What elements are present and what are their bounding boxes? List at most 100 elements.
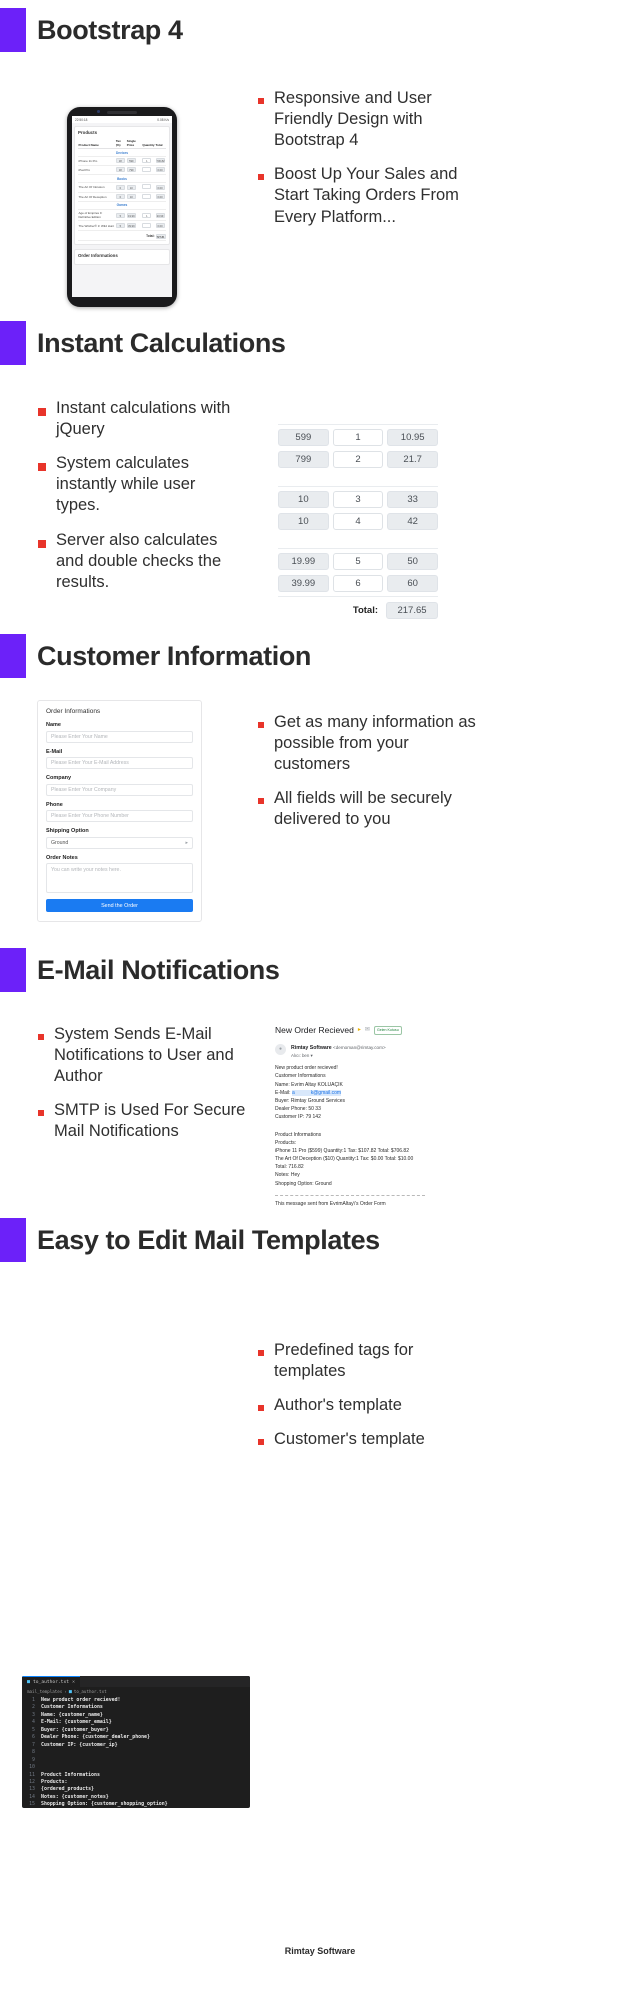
calc-group: 10 3 33 10 4 42 [278,486,439,534]
email-link[interactable]: a k@gmail.com [291,1089,342,1096]
category-row: Games [78,201,166,211]
email-subject-row: New Order Recieved ▸ ✉ Gelen Kutusu [275,1024,490,1038]
file-icon: ■ [68,1688,72,1695]
sender-name: Rimtay Software [291,1044,332,1051]
cell-price: 10 [126,192,142,202]
cell-qty[interactable]: 1 [141,209,156,222]
email-subject-text: New Order Recieved [275,1025,354,1035]
col-total: Total [155,138,166,149]
cell-name: iPad Pro [78,165,116,175]
category-label: Devices [78,148,166,158]
products-table-body: Devices iPhone 11 Pro 18 599 1 706.82 iP… [78,148,166,242]
star-icon[interactable]: ▸ [358,1026,361,1036]
quantity-input[interactable]: 5 [332,553,384,570]
total-cell: 21.7 [387,451,439,468]
products-table: Product Name Tax (%) Single Price Quanti… [78,138,166,242]
chevron-right-icon: › [64,1689,67,1694]
bullet-label: All fields will be securely delivered to… [274,789,452,829]
code-line: 4 E-Mail: {customer_email} [22,1719,250,1726]
phone-field[interactable]: Please Enter Your Phone Number [46,810,193,822]
qty-input[interactable] [142,184,152,190]
cell-tax: 18 [115,156,127,166]
price-box: 39.99 [126,223,136,229]
qty-input[interactable]: 1 [142,212,152,218]
qty-input[interactable] [142,166,152,172]
chevron-down-icon[interactable]: ▾ [311,1053,313,1058]
phone-label: Phone [46,801,63,808]
send-order-button[interactable]: Send the Order [46,899,193,912]
table-row: iPad Pro 18 799 0.00 [78,165,166,175]
bullet-marker-icon [258,798,264,805]
bullet-marker-icon [258,722,264,728]
divider [275,1194,425,1196]
qty-input[interactable] [142,222,152,228]
total-cell: 10.95 [387,429,439,446]
editor-code-area[interactable]: 1 New product order recieved! 2 Customer I… [22,1696,250,1808]
quantity-input[interactable]: 2 [332,451,384,468]
phone-camera-icon [97,110,100,113]
bullet-label: Author's template [274,1396,402,1415]
total-cell: 33 [387,491,439,508]
recipient-text: Alıcı: ben [291,1053,310,1059]
email-body-line: iPhone 11 Pro ($599) Quantity:1 Tax: $10… [275,1148,409,1155]
email-field[interactable]: Please Enter Your E-Mail Address [46,757,193,769]
quantity-input[interactable]: 1 [332,429,384,446]
line-number: 9 [32,1756,35,1763]
col-tax: Tax (%) [115,138,127,149]
email-body-email-line: E-Mail: a k@gmail.com [275,1089,490,1097]
line-text: Shopping Option: {customer_shopping_opti… [41,1801,168,1808]
calc-group: 599 1 10.95 799 2 21.7 [278,424,439,472]
code-editor: ■ to_author.txt ✕ mail_templates › ■ to_… [22,1676,250,1808]
email-body-line: Buyer: Rimtay Ground Services [275,1097,346,1104]
section-title: E-Mail Notifications [37,954,280,985]
order-notes-textarea[interactable]: You can write your notes here. [46,863,193,893]
cell-total: 0.00 [155,220,166,231]
table-row: 19.99 5 50 [278,553,439,570]
qty-input[interactable]: 1 [142,158,152,164]
list-item: Predefined tags for templates [258,1340,483,1382]
cell-qty[interactable] [141,192,156,202]
line-text: Notes: {customer_notes} [41,1793,109,1800]
category-row: Devices [78,148,166,158]
status-time: 22:50:18 [75,118,88,122]
cell-qty[interactable] [141,182,156,193]
line-text: Products: [41,1778,68,1785]
price-cell: 39.99 [278,575,329,592]
shipping-option-select[interactable]: Ground ▸ [46,836,193,849]
total-box: 0.00 [155,194,165,200]
section-header-email: E-Mail Notifications [0,948,280,992]
line-text: Customer IP: {customer_ip} [41,1741,118,1748]
name-field[interactable]: Please Enter Your Name [46,730,193,743]
quantity-input[interactable]: 3 [332,491,384,508]
line-number: 1 [32,1697,35,1703]
cell-qty[interactable] [141,220,156,231]
email-body-line: The Art Of Deception ($10) Quantity:1 Ta… [275,1156,414,1163]
order-info-title: Order Informations [78,253,118,258]
email-recipient-line: Alıcı: ben ▾ [291,1052,386,1059]
company-field[interactable]: Please Enter Your Company [46,783,193,796]
cell-total: 0.00 [155,182,166,193]
email-body-line: New product order recieved! [275,1065,338,1072]
cell-qty[interactable]: 1 [141,156,156,166]
order-notes-label: Order Notes [46,854,78,861]
section-header-bootstrap: Bootstrap 4 [0,8,183,52]
section-header-customer: Customer Information [0,634,311,678]
breadcrumb-file[interactable]: to_author.txt [74,1689,107,1694]
quantity-input[interactable]: 4 [332,513,384,530]
line-number: 12 [29,1778,35,1785]
bullet-marker-icon [38,1110,44,1117]
close-icon[interactable]: ✕ [72,1679,75,1685]
qty-input[interactable] [142,193,152,199]
page-footer: Rimtay Software [284,1946,356,1956]
products-card-title: Products [78,130,98,135]
quantity-input[interactable]: 6 [332,575,384,592]
total-box: 20.99 [155,212,165,218]
list-item: Responsive and User Friendly Design with… [258,88,483,151]
cell-qty[interactable] [141,165,156,175]
tab-to-author[interactable]: ■ to_author.txt ✕ [22,1676,80,1687]
line-number: 11 [29,1771,35,1778]
breadcrumb-folder[interactable]: mail_templates [27,1689,62,1694]
total-cell: 60 [387,575,439,592]
line-text: Name: {customer_name} [41,1711,103,1718]
cell-price: 799 [126,165,142,175]
